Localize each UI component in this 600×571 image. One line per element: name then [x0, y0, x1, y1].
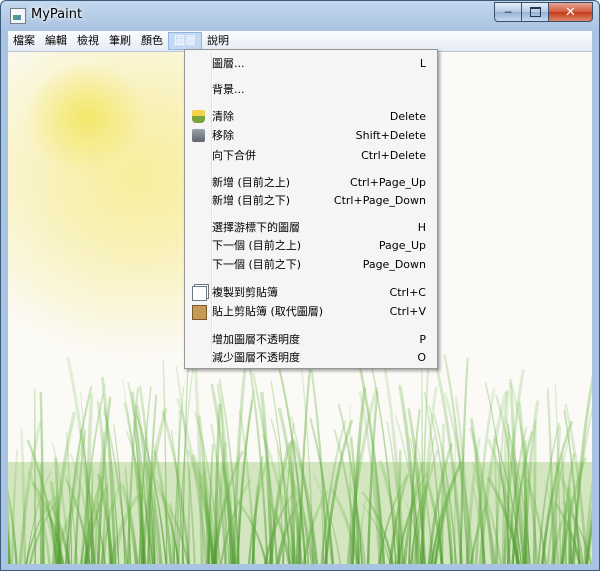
menu-item-paste[interactable]: 貼上剪貼簿 (取代圖層) Ctrl+V: [187, 303, 435, 321]
menu-item-background[interactable]: 背景...: [187, 81, 435, 99]
menu-item-label: 下一個 (目前之下): [212, 258, 302, 271]
menu-item-label: 清除: [212, 110, 234, 123]
maximize-icon: [529, 7, 541, 17]
menu-item-shortcut: L: [419, 57, 426, 70]
menu-item-shortcut: Shift+Delete: [355, 129, 426, 142]
menu-item-layers-dialog[interactable]: 圖層... L: [187, 55, 435, 73]
menu-item-label: 複製到剪貼簿: [212, 286, 278, 299]
paste-icon: [192, 305, 207, 320]
grass-stroke: [289, 440, 296, 564]
menu-item-label: 增加圖層不透明度: [212, 333, 300, 346]
maximize-button[interactable]: [521, 2, 549, 22]
sun-painting: [26, 62, 146, 172]
menu-item-shortcut: O: [417, 351, 426, 364]
menu-item-label: 選擇游標下的圖層: [212, 221, 300, 234]
menu-item-next-above[interactable]: 下一個 (目前之上) Page_Up: [187, 237, 435, 255]
grass-stroke: [33, 388, 36, 564]
menu-item-label: 向下合併: [212, 149, 256, 162]
trash-icon: [192, 129, 205, 142]
menu-item-increase-opacity[interactable]: 增加圖層不透明度 P: [187, 331, 435, 349]
menu-item-remove[interactable]: 移除 Shift+Delete: [187, 127, 435, 145]
minimize-button[interactable]: ─: [494, 2, 522, 22]
menu-item-shortcut: Page_Up: [378, 239, 426, 252]
menu-item-shortcut: Ctrl+C: [389, 286, 426, 299]
menu-file[interactable]: 檔案: [8, 32, 40, 50]
mypaint-app-icon[interactable]: [10, 8, 26, 24]
grass-painting: [8, 354, 592, 564]
menu-color[interactable]: 顏色: [136, 32, 168, 50]
menu-item-shortcut: H: [417, 221, 426, 234]
menu-edit[interactable]: 編輯: [40, 32, 72, 50]
title-bar[interactable]: MyPaint ─ ✕: [1, 1, 599, 31]
menu-item-label: 新增 (目前之下): [212, 194, 291, 207]
menu-item-label: 新增 (目前之上): [212, 176, 291, 189]
menu-item-shortcut: Ctrl+Page_Down: [333, 194, 426, 207]
copy-icon: [192, 286, 207, 301]
menu-item-new-below[interactable]: 新增 (目前之下) Ctrl+Page_Down: [187, 192, 435, 210]
menu-item-label: 圖層...: [212, 57, 245, 70]
menu-item-shortcut: Ctrl+V: [389, 305, 426, 318]
menu-brush[interactable]: 筆刷: [104, 32, 136, 50]
grass-stroke: [440, 423, 445, 564]
caption-buttons: ─ ✕: [494, 2, 593, 22]
menu-item-decrease-opacity[interactable]: 減少圖層不透明度 O: [187, 349, 435, 367]
close-icon: ✕: [565, 4, 576, 20]
menu-item-label: 下一個 (目前之上): [212, 239, 302, 252]
menu-item-clear[interactable]: 清除 Delete: [187, 108, 435, 126]
broom-icon: [192, 110, 205, 123]
menu-item-label: 貼上剪貼簿 (取代圖層): [212, 305, 324, 318]
minimize-icon: ─: [504, 5, 512, 19]
menu-item-shortcut: Ctrl+Delete: [361, 149, 426, 162]
menu-item-shortcut: Ctrl+Page_Up: [350, 176, 426, 189]
menu-layer[interactable]: 圖層: [168, 32, 202, 50]
menu-item-next-below[interactable]: 下一個 (目前之下) Page_Down: [187, 256, 435, 274]
menu-item-shortcut: Delete: [389, 110, 426, 123]
grass-stroke: [397, 449, 402, 564]
menu-item-label: 背景...: [212, 83, 245, 96]
menu-help[interactable]: 說明: [202, 32, 234, 50]
menu-item-new-above[interactable]: 新增 (目前之上) Ctrl+Page_Up: [187, 174, 435, 192]
menu-item-merge-down[interactable]: 向下合併 Ctrl+Delete: [187, 147, 435, 165]
menu-item-label: 減少圖層不透明度: [212, 351, 300, 364]
grass-stroke: [567, 486, 572, 564]
layer-dropdown-menu: 圖層... L 背景... 清除 Delete 移除 Shift+Delete …: [184, 49, 438, 369]
menu-item-shortcut: Page_Down: [362, 258, 426, 271]
close-button[interactable]: ✕: [548, 2, 593, 22]
menu-item-label: 移除: [212, 129, 234, 142]
menu-view[interactable]: 檢視: [72, 32, 104, 50]
menu-item-shortcut: P: [419, 333, 426, 346]
window-title: MyPaint: [31, 7, 83, 22]
window-bottom-frame: [1, 564, 599, 570]
menu-item-pick-layer[interactable]: 選擇游標下的圖層 H: [187, 219, 435, 237]
menu-item-copy[interactable]: 複製到剪貼簿 Ctrl+C: [187, 284, 435, 302]
